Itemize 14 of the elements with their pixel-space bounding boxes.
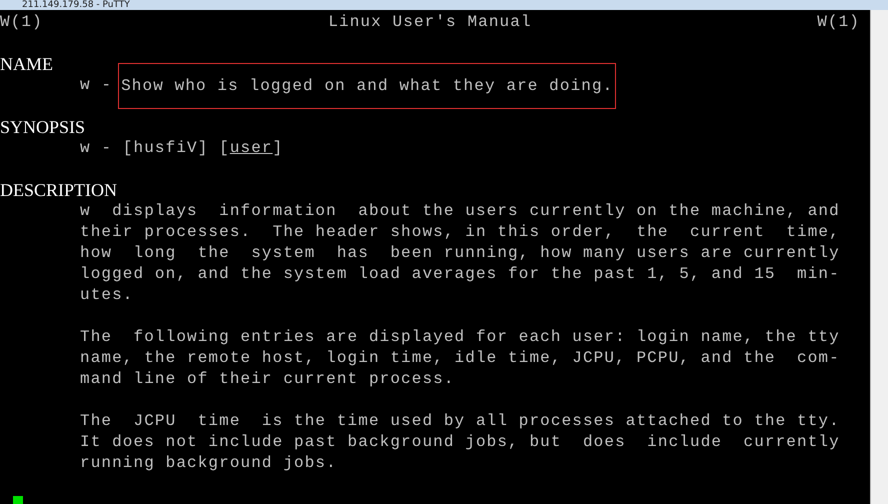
page-header-right: W(1) bbox=[817, 12, 860, 33]
scrollbar[interactable] bbox=[870, 10, 888, 504]
section-heading: DESCRIPTION bbox=[0, 180, 118, 201]
synopsis-line: w - [husfiV] [user] bbox=[80, 139, 284, 157]
section-heading: NAME bbox=[0, 54, 54, 75]
command-summary: Show who is logged on and what they are doing. bbox=[118, 62, 616, 108]
command-name: w - bbox=[80, 75, 112, 96]
page-header-left: W(1) bbox=[0, 12, 43, 33]
description-paragraph: The following entries are displayed for each user: login name, the tty name, the remote host, login time, idle time, JCPU, PCPU, and the com- mand line of their current process. bbox=[80, 327, 841, 390]
description-paragraph: The JCPU time is the time used by all processes attached to the tty. It does not include past background jobs, but does include currently running background jobs. bbox=[80, 411, 841, 474]
page-header-title: Linux User's Manual bbox=[328, 12, 532, 33]
section-heading: SYNOPSIS bbox=[0, 117, 86, 138]
window-title: 211.149.179.58 - PuTTY bbox=[22, 1, 130, 10]
description-paragraph: w displays information about the users currently on the machine, and their processes. The header shows, in this order, the current time, how long the system has been running, how many users are currently logged on, and the system load averages for the past 1, 5, and 15 min- utes. bbox=[80, 201, 841, 306]
